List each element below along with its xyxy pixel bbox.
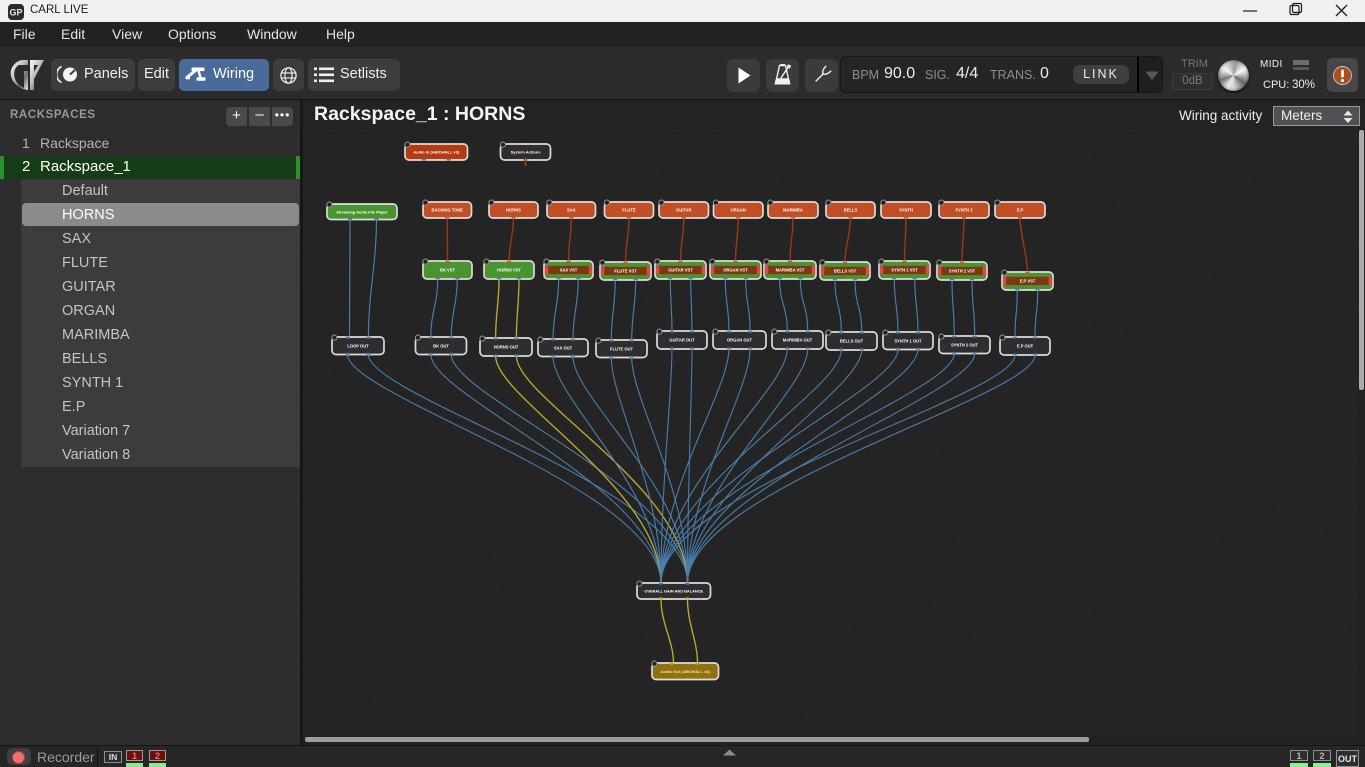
svg-text:GUITAR: GUITAR <box>676 208 691 213</box>
svg-text:OVERALL GAIN AND BALANCE: OVERALL GAIN AND BALANCE <box>644 589 703 594</box>
svg-text:GUITAR VST: GUITAR VST <box>668 268 693 273</box>
svg-text:MARIMBA OUT: MARIMBA OUT <box>783 338 813 343</box>
svg-text:SYNTH 1 VST: SYNTH 1 VST <box>891 268 918 273</box>
svg-text:ORGAN OUT: ORGAN OUT <box>727 338 753 343</box>
svg-text:SAX: SAX <box>567 208 576 213</box>
svg-text:HORNS OUT: HORNS OUT <box>494 345 519 350</box>
svg-text:SAX VST: SAX VST <box>560 268 578 273</box>
svg-text:Audio In (ABiOHALL v3): Audio In (ABiOHALL v3) <box>413 150 460 155</box>
svg-text:BACKING TONE: BACKING TONE <box>431 208 463 213</box>
svg-text:FLUTE: FLUTE <box>622 208 635 213</box>
svg-text:MARIMBA: MARIMBA <box>783 208 803 213</box>
svg-text:FLUTE VST: FLUTE VST <box>614 269 637 274</box>
svg-text:BELLS VST: BELLS VST <box>834 269 857 274</box>
svg-text:SYNTH: SYNTH <box>899 208 913 213</box>
svg-text:BELLS OUT: BELLS OUT <box>840 339 864 344</box>
svg-text:SYNTH 1 OUT: SYNTH 1 OUT <box>894 338 922 343</box>
svg-text:GUITAR OUT: GUITAR OUT <box>669 338 695 343</box>
svg-text:E.P VST: E.P VST <box>1020 279 1036 284</box>
svg-text:System Actions: System Actions <box>511 150 542 155</box>
svg-text:ORGAN: ORGAN <box>731 208 746 213</box>
svg-text:SYNTH 2 OUT: SYNTH 2 OUT <box>951 342 979 347</box>
svg-text:HORNS: HORNS <box>506 208 521 213</box>
svg-text:BELLS: BELLS <box>844 208 858 213</box>
svg-text:SYNTH 2 VST: SYNTH 2 VST <box>949 269 976 274</box>
svg-text:Streaming Audio File Player: Streaming Audio File Player <box>336 209 388 214</box>
svg-text:SAX OUT: SAX OUT <box>554 345 573 350</box>
svg-text:E.P: E.P <box>1017 208 1024 213</box>
svg-text:GP: GP <box>9 8 22 18</box>
svg-text:HORNS VST: HORNS VST <box>497 268 521 273</box>
svg-text:MARIMBA VST: MARIMBA VST <box>776 268 805 273</box>
svg-text:E.P OUT: E.P OUT <box>1017 344 1034 349</box>
svg-text:BK OUT: BK OUT <box>433 343 449 348</box>
svg-text:SYNTH 2: SYNTH 2 <box>955 208 973 213</box>
svg-text:ORGAN VST: ORGAN VST <box>723 268 748 273</box>
svg-text:Audio Out (ABiOHALL v3): Audio Out (ABiOHALL v3) <box>661 669 711 674</box>
svg-text:LOOP OUT: LOOP OUT <box>347 343 369 348</box>
svg-text:BK VST: BK VST <box>440 268 456 273</box>
svg-text:FLUTE OUT: FLUTE OUT <box>610 346 633 351</box>
